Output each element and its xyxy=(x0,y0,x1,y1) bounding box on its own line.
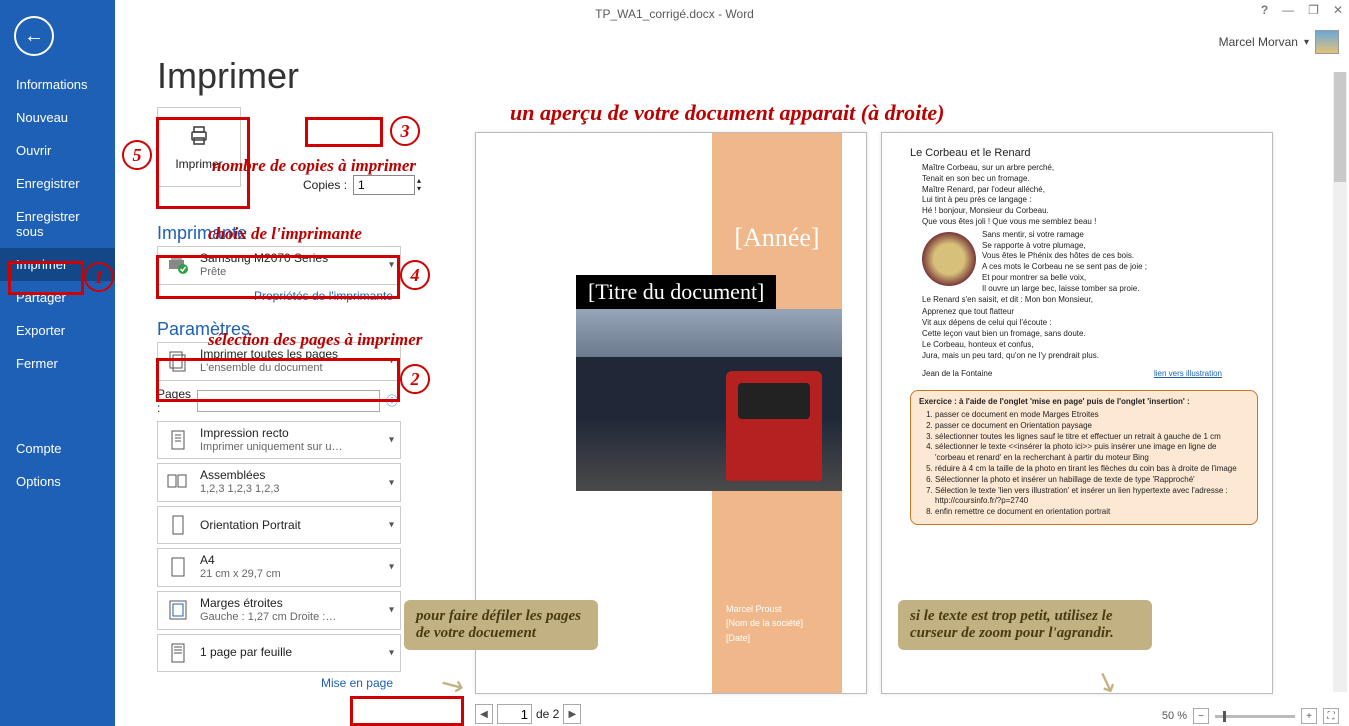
backstage-sidebar: ← Informations Nouveau Ouvrir Enregistre… xyxy=(0,0,115,726)
annot-num-3: 3 xyxy=(390,116,420,146)
orientation-title: Orientation Portrait xyxy=(200,518,301,533)
sheet-icon xyxy=(164,639,192,667)
sidebar-item-enregistrer-sous[interactable]: Enregistrer sous xyxy=(0,200,115,248)
annot-num-4: 4 xyxy=(400,260,430,290)
collate-dropdown[interactable]: Assemblées1,2,3 1,2,3 1,2,3 ▾ xyxy=(157,463,401,502)
annot-box-printer xyxy=(156,255,400,299)
sidebar-item-options[interactable]: Options xyxy=(0,465,115,498)
annot-balloon-scroll: pour faire défiler les pages de votre do… xyxy=(404,600,598,650)
chevron-down-icon: ▾ xyxy=(389,434,394,445)
preview-p2-title: Le Corbeau et le Renard xyxy=(910,147,1272,159)
exercise-item: passer ce document en mode Marges Etroit… xyxy=(935,410,1249,421)
exercise-item: enfin remettre ce document en orientatio… xyxy=(935,507,1249,518)
preview-meta-company: [Nom de la société] xyxy=(726,616,803,630)
margins-icon xyxy=(164,596,192,624)
exercise-item: Sélection le texte 'lien vers illustrati… xyxy=(935,486,1249,508)
preview-doc-title: [Titre du document] xyxy=(576,275,776,309)
page-number-input[interactable] xyxy=(497,704,532,724)
chevron-down-icon: ▾ xyxy=(389,562,394,573)
sidebar-item-ouvrir[interactable]: Ouvrir xyxy=(0,134,115,167)
papersize-title: A4 xyxy=(200,553,281,568)
zoom-out-button[interactable]: − xyxy=(1193,708,1209,724)
annot-num-1: 1 xyxy=(84,262,114,292)
pps-title: 1 page par feuille xyxy=(200,645,292,660)
preview-image xyxy=(576,309,842,491)
page-total: de 2 xyxy=(536,707,559,721)
pages-per-sheet-dropdown[interactable]: 1 page par feuille ▾ xyxy=(157,634,401,672)
chevron-down-icon: ▾ xyxy=(389,477,394,488)
sidebar-item-informations[interactable]: Informations xyxy=(0,68,115,101)
exercise-item: réduire à 4 cm la taille de la photo en … xyxy=(935,464,1249,475)
spinner-icon[interactable]: ▴▾ xyxy=(417,177,421,193)
collate-title: Assemblées xyxy=(200,468,280,483)
prev-page-button[interactable]: ◀ xyxy=(475,704,493,724)
chevron-down-icon: ▾ xyxy=(389,520,394,531)
back-button[interactable]: ← xyxy=(14,16,54,56)
sides-sub: Imprimer uniquement sur u… xyxy=(200,441,342,455)
annot-pages: sélection des pages à imprimer xyxy=(208,330,422,350)
annot-balloon-zoom: si le texte est trop petit, utilisez le … xyxy=(898,600,1152,650)
page-icon xyxy=(164,426,192,454)
preview-p2-body3: Apprenez que tout flatteur Vit aux dépen… xyxy=(922,307,1232,361)
chevron-down-icon: ▾ xyxy=(389,647,394,658)
chevron-down-icon: ▾ xyxy=(389,605,394,616)
portrait-icon xyxy=(164,511,192,539)
preview-meta-author: Marcel Proust xyxy=(726,602,803,616)
exercise-item: Sélectionner la photo et insérer un habi… xyxy=(935,475,1249,486)
sides-title: Impression recto xyxy=(200,426,342,441)
annot-printer: choix de l'imprimante xyxy=(208,224,362,244)
page-setup-link[interactable]: Mise en page xyxy=(157,676,393,690)
sidebar-item-nouveau[interactable]: Nouveau xyxy=(0,101,115,134)
annot-top: un aperçu de votre document apparait (à … xyxy=(510,100,944,126)
sidebar-item-exporter[interactable]: Exporter xyxy=(0,314,115,347)
preview-p2-author: Jean de la Fontaine xyxy=(922,369,992,380)
sides-dropdown[interactable]: Impression rectoImprimer uniquement sur … xyxy=(157,421,401,460)
margins-sub: Gauche : 1,27 cm Droite :… xyxy=(200,611,336,625)
exercise-head: Exercice : à l'aide de l'onglet 'mise en… xyxy=(919,397,1190,406)
preview-p2-body1: Maître Corbeau, sur un arbre perché, Ten… xyxy=(922,163,1232,228)
zoom-in-button[interactable]: + xyxy=(1301,708,1317,724)
sidebar-item-enregistrer[interactable]: Enregistrer xyxy=(0,167,115,200)
margins-dropdown[interactable]: Marges étroitesGauche : 1,27 cm Droite :… xyxy=(157,591,401,630)
preview-exercise-box: Exercice : à l'aide de l'onglet 'mise en… xyxy=(910,390,1258,525)
zoom-level: 50 % xyxy=(1162,710,1187,722)
exercise-item: sélectionner toutes les lignes sauf le t… xyxy=(935,432,1249,443)
collate-sub: 1,2,3 1,2,3 1,2,3 xyxy=(200,483,280,497)
paper-icon xyxy=(164,553,192,581)
next-page-button[interactable]: ▶ xyxy=(563,704,581,724)
annot-num-5: 5 xyxy=(122,140,152,170)
annot-box-copies xyxy=(305,117,383,147)
annot-copies: nombre de copies à imprimer xyxy=(212,156,416,176)
papersize-sub: 21 cm x 29,7 cm xyxy=(200,568,281,582)
copies-input[interactable] xyxy=(353,175,415,195)
preview-year: [Année] xyxy=(712,223,842,253)
preview-p2-link: lien vers illustration xyxy=(1154,369,1222,380)
fit-page-button[interactable]: ⛶ xyxy=(1323,708,1339,724)
annot-box-pages-dd xyxy=(156,358,400,402)
collate-icon xyxy=(164,469,192,497)
page-title: Imprimer xyxy=(157,55,497,97)
margins-title: Marges étroites xyxy=(200,596,336,611)
annot-box-sidebar-print xyxy=(8,261,84,295)
preview-illustration xyxy=(922,232,976,286)
orientation-dropdown[interactable]: Orientation Portrait ▾ xyxy=(157,506,401,544)
preview-scrollbar[interactable] xyxy=(1333,72,1347,692)
annot-num-2: 2 xyxy=(400,364,430,394)
papersize-dropdown[interactable]: A421 cm x 29,7 cm ▾ xyxy=(157,548,401,587)
sidebar-item-compte[interactable]: Compte xyxy=(0,432,115,465)
sidebar-item-fermer[interactable]: Fermer xyxy=(0,347,115,380)
exercise-item: passer ce document en Orientation paysag… xyxy=(935,421,1249,432)
copies-label: Copies : xyxy=(303,178,347,192)
zoom-slider[interactable] xyxy=(1215,715,1295,718)
exercise-item: sélectionner le texte <<insérer la photo… xyxy=(935,442,1249,464)
preview-meta-date: [Date] xyxy=(726,631,803,645)
